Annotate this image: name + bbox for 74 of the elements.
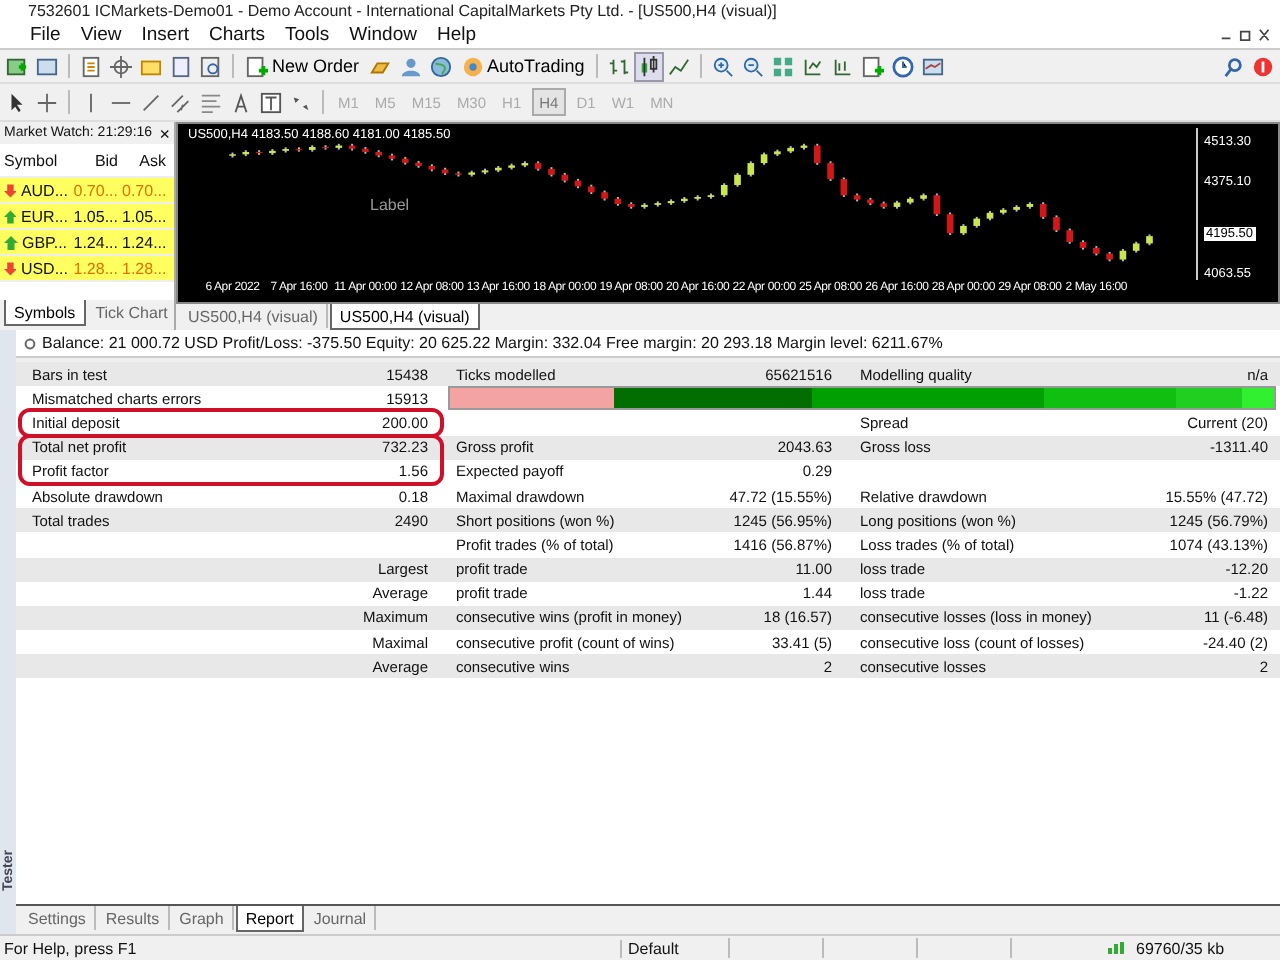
symbol-name: GBP... <box>22 233 68 251</box>
symbol-cell[interactable]: USD... <box>0 259 68 277</box>
ask-cell-text: 1.24... <box>122 233 169 251</box>
column-header[interactable]: Bid <box>68 151 122 169</box>
status-help: For Help, press F1 <box>2 939 139 957</box>
candlestick <box>813 142 821 166</box>
symbol-cell[interactable]: AUD... <box>0 181 68 199</box>
profiles-icon[interactable] <box>34 53 60 79</box>
bid-cell-text: 1.24... <box>71 233 120 251</box>
menu-item[interactable]: Window <box>339 23 427 45</box>
candlestick <box>933 192 941 217</box>
fibonacci-icon[interactable] <box>198 89 224 115</box>
tile-windows-icon[interactable] <box>770 53 797 79</box>
symbol-name: EUR... <box>20 207 68 225</box>
bid-cell-text: 1.05... <box>71 207 120 225</box>
menu-item[interactable]: File <box>20 23 71 45</box>
text-label-icon[interactable] <box>258 89 284 115</box>
new-chart-icon[interactable] <box>4 53 30 79</box>
symbol-name: USD... <box>20 259 68 277</box>
bid-cell-text: 1.28... <box>71 259 120 277</box>
chart-label: Label <box>370 196 410 214</box>
balance-summary: Balance: 21 000.72 USD Profit/Loss: -375.50 Equity: 20 625.22 Margin: 332.04 Free margin: 20 293.18 Margin level: 6211.67% <box>42 334 943 352</box>
auto-trading-button[interactable]: AutoTrading <box>457 52 589 80</box>
trendline-icon[interactable] <box>138 89 164 115</box>
symbol-cell[interactable]: EUR... <box>0 207 68 225</box>
notification-bubble-icon[interactable] <box>1250 53 1276 79</box>
status-profile: Default <box>620 939 728 957</box>
window-controls-icon[interactable] <box>1220 27 1272 41</box>
chart-tab[interactable]: US500,H4 (visual) <box>180 304 328 328</box>
menu-item[interactable]: View <box>70 23 132 45</box>
menu-item[interactable]: Insert <box>131 23 199 45</box>
ask-cell-text: 1.28... <box>122 259 169 277</box>
terminal-window-icon[interactable] <box>168 53 194 79</box>
tester-tab[interactable]: Results <box>97 906 170 930</box>
status-traffic: 69760/35 kb <box>1134 939 1225 957</box>
candlestick-icon[interactable] <box>636 53 663 79</box>
indicators-icon[interactable] <box>860 53 887 79</box>
panel-tab[interactable]: Symbols <box>4 300 86 326</box>
tester-tab[interactable]: Report <box>235 906 304 932</box>
channel-icon[interactable] <box>168 89 194 115</box>
balance-dot-icon <box>24 337 36 349</box>
chart-tab[interactable]: US500,H4 (visual) <box>329 304 480 330</box>
window-title: 7532601 ICMarkets-Demo01 - Demo Account - International CapitalMarkets Pty Ltd. - [US500,H4 (visual)] <box>28 1 777 19</box>
market-watch-icon[interactable] <box>78 53 104 79</box>
new-order-button[interactable]: New Order <box>242 52 364 80</box>
symbol-cell[interactable]: GBP... <box>0 233 68 251</box>
menu-item[interactable]: Tools <box>274 23 340 45</box>
tester-tab[interactable]: Journal <box>305 906 377 930</box>
tester-tab[interactable]: Graph <box>171 906 234 930</box>
menu-item[interactable]: Help <box>426 23 487 45</box>
globe-icon[interactable] <box>427 53 454 79</box>
candlestick <box>946 211 954 236</box>
column-header[interactable]: Ask <box>122 151 170 169</box>
search-icon[interactable] <box>1220 53 1246 79</box>
ask-cell-text: 0.70... <box>122 181 169 199</box>
clock-icon[interactable] <box>890 53 917 79</box>
zoom-out-icon[interactable] <box>740 53 767 79</box>
candlestick <box>827 160 834 182</box>
crosshair-target-icon[interactable] <box>108 53 134 79</box>
templates-icon[interactable] <box>920 53 947 79</box>
symbol-name: AUD... <box>20 181 68 199</box>
menu-item[interactable]: Charts <box>199 23 275 45</box>
column-header[interactable]: Symbol <box>0 151 68 169</box>
crosshair-icon[interactable] <box>34 89 60 115</box>
document-plus-icon <box>246 55 268 77</box>
bid-cell-text: 0.70... <box>71 181 120 199</box>
candlestick <box>840 176 848 198</box>
tester-tab[interactable]: Settings <box>20 906 96 930</box>
person-icon[interactable] <box>397 53 424 79</box>
close-glyph[interactable]: × <box>159 123 170 143</box>
target-icon <box>461 55 484 77</box>
ask-cell-text: 1.05... <box>122 207 169 225</box>
zoom-in-icon[interactable] <box>710 53 737 79</box>
line-chart-icon[interactable] <box>666 53 693 79</box>
